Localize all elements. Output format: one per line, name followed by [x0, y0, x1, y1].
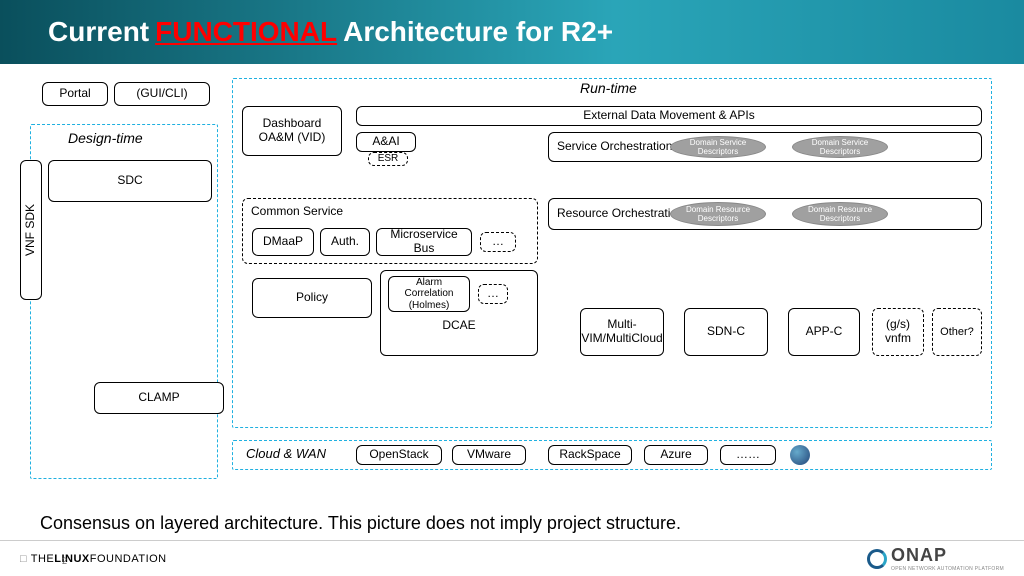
title-arch: Architecture for R2+ [343, 16, 613, 48]
portal-box: Portal [42, 82, 108, 106]
diagram-canvas: Design-time Run-time Portal (GUI/CLI) VN… [20, 70, 1004, 496]
onap-ring-icon [867, 549, 887, 569]
svc-orch-label: Service Orchestration [557, 140, 672, 154]
common-service-label: Common Service [251, 205, 343, 219]
dcae-more-box: … [478, 284, 508, 304]
clamp-box: CLAMP [94, 382, 224, 414]
cloud-more-box: …… [720, 445, 776, 465]
dmaap-box: DMaaP [252, 228, 314, 256]
slide-footer: □ THELINUXFOUNDATION ONAP OPEN NETWORK A… [0, 540, 1024, 576]
auth-box: Auth. [320, 228, 370, 256]
esr-box: ESR [368, 152, 408, 166]
common-more-box: … [480, 232, 516, 252]
dcae-label: DCAE [442, 319, 475, 333]
title-current: Current [48, 16, 149, 48]
res-orch-label: Resource Orchestration [557, 207, 684, 221]
run-time-label: Run-time [580, 80, 637, 96]
title-functional: FUNCTIONAL [155, 16, 337, 48]
slide-header: Current FUNCTIONAL Architecture for R2+ [0, 0, 1024, 64]
footnote-text: Consensus on layered architecture. This … [40, 513, 984, 534]
guicli-box: (GUI/CLI) [114, 82, 210, 106]
page-number: 2 [62, 556, 67, 566]
msb-box: Microservice Bus [376, 228, 472, 256]
azure-box: Azure [644, 445, 708, 465]
ext-data-box: External Data Movement & APIs [356, 106, 982, 126]
dashboard-box: Dashboard OA&M (VID) [242, 106, 342, 156]
cloud-wan-label: Cloud & WAN [246, 446, 326, 461]
aai-box: A&AI [356, 132, 416, 152]
holmes-box: Alarm Correlation (Holmes) [388, 276, 470, 312]
sdc-box: SDC [48, 160, 212, 202]
res-desc-2: Domain Resource Descriptors [792, 202, 888, 226]
multivim-box: Multi-VIM/MultiCloud [580, 308, 664, 356]
globe-icon [790, 445, 810, 465]
rackspace-box: RackSpace [548, 445, 632, 465]
svc-desc-1: Domain Service Descriptors [670, 136, 766, 158]
sdnc-box: SDN-C [684, 308, 768, 356]
design-time-label: Design-time [68, 130, 143, 146]
appc-box: APP-C [788, 308, 860, 356]
openstack-box: OpenStack [356, 445, 442, 465]
vmware-box: VMware [452, 445, 526, 465]
vnf-sdk-box: VNF SDK [20, 160, 42, 300]
svc-desc-2: Domain Service Descriptors [792, 136, 888, 158]
linux-foundation-logo: □ THELINUXFOUNDATION [20, 553, 167, 565]
policy-box: Policy [252, 278, 372, 318]
onap-logo: ONAP OPEN NETWORK AUTOMATION PLATFORM [867, 545, 1004, 572]
other-box: Other? [932, 308, 982, 356]
res-desc-1: Domain Resource Descriptors [670, 202, 766, 226]
vnfm-box: (g/s) vnfm [872, 308, 924, 356]
